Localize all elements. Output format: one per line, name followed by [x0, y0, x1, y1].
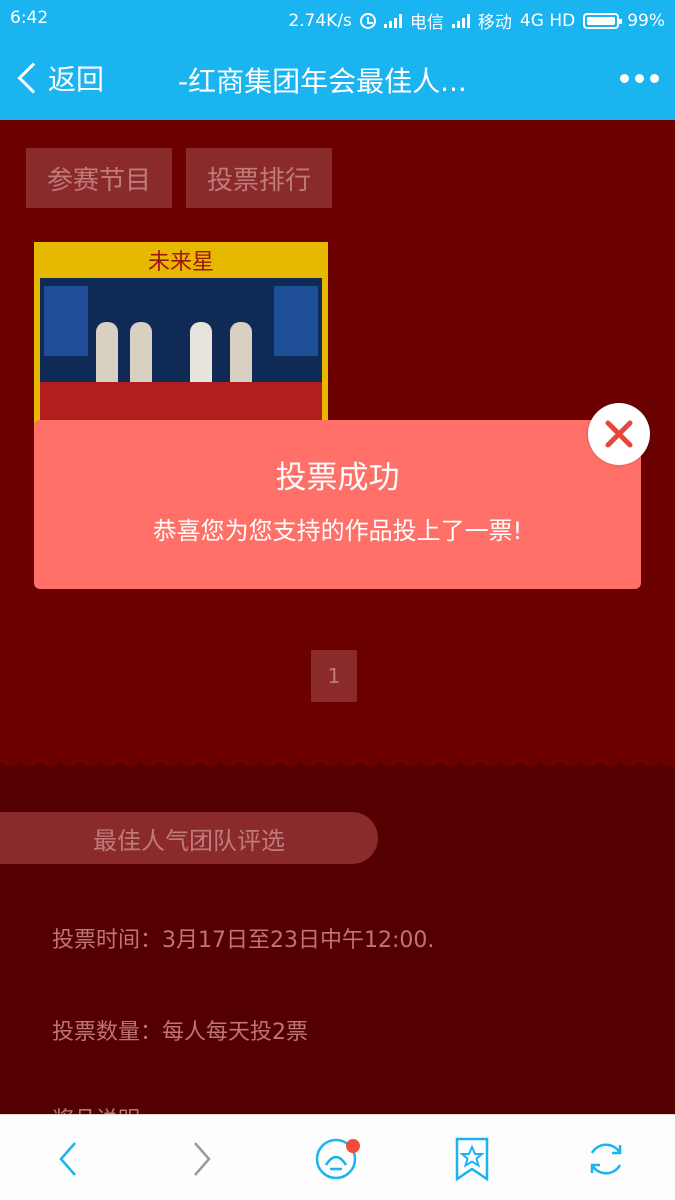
nav-bookmark-button[interactable]	[442, 1129, 502, 1189]
voting-count-text: 投票数量：每人每天投2票	[52, 1020, 308, 1045]
close-dialog-button[interactable]	[588, 403, 650, 465]
signal-icon-2	[451, 13, 470, 28]
prize-info-text: 奖品说明	[52, 1102, 140, 1114]
page-content: 参赛节目 投票排行 未来星 1 最佳人气团队评选 投票时间：3月17日至23日中…	[0, 120, 675, 1114]
nav-forward-button[interactable]	[172, 1129, 232, 1189]
tab-entries[interactable]: 参赛节目	[26, 148, 172, 208]
browser-toolbar	[0, 1114, 675, 1200]
dialog-message: 恭喜您为您支持的作品投上了一票!	[152, 517, 523, 545]
refresh-icon	[590, 1143, 622, 1175]
entry-title: 未来星	[147, 250, 214, 275]
more-dot-icon	[620, 74, 629, 83]
more-dot-icon	[650, 74, 659, 83]
chevron-left-icon	[17, 62, 49, 94]
back-label: 返回	[48, 63, 105, 96]
back-icon	[59, 1142, 76, 1176]
page-button[interactable]: 1	[311, 650, 357, 702]
close-icon	[605, 420, 633, 448]
alarm-icon	[359, 12, 376, 29]
title-bar: 返回 -红商集团年会最佳人...	[0, 36, 675, 120]
network-type: 4G HD	[519, 10, 576, 31]
status-indicators: 2.74K/s 电信 移动 4G HD 99%	[288, 8, 665, 34]
battery-level: 99%	[627, 10, 665, 31]
section-pill-title: 最佳人气团队评选	[0, 812, 378, 864]
signal-icon	[383, 13, 402, 28]
page-title: -红商集团年会最佳人...	[178, 65, 467, 98]
entry-card[interactable]: 未来星	[34, 242, 328, 432]
voting-time-text: 投票时间：3月17日至23日中午12:00.	[52, 928, 435, 953]
entry-photo[interactable]	[40, 278, 322, 432]
bookmark-icon	[455, 1137, 489, 1182]
status-time: 6:42	[10, 8, 49, 28]
status-bar: 6:42 2.74K/s 电信 移动 4G HD 99%	[0, 0, 675, 36]
notification-dot	[346, 1139, 360, 1153]
carrier-2: 移动	[477, 13, 512, 33]
wave-divider	[0, 752, 675, 772]
nav-refresh-button[interactable]	[576, 1129, 636, 1189]
network-speed: 2.74K/s	[288, 10, 352, 31]
nav-back-button[interactable]	[38, 1129, 98, 1189]
back-button[interactable]: 返回	[12, 56, 104, 100]
stage-screen-right	[274, 286, 318, 356]
forward-icon	[194, 1142, 211, 1176]
dialog-title: 投票成功	[275, 460, 400, 496]
more-dot-icon	[635, 74, 644, 83]
nav-home-button[interactable]	[306, 1129, 366, 1189]
more-menu-button[interactable]	[620, 74, 659, 83]
carrier-1: 电信	[409, 13, 444, 33]
rules-section: 最佳人气团队评选 投票时间：3月17日至23日中午12:00. 投票数量：每人每…	[0, 772, 675, 1114]
tab-ranking[interactable]: 投票排行	[186, 148, 332, 208]
stage-screen-left	[44, 286, 88, 356]
battery-icon	[583, 12, 623, 29]
vote-success-dialog: 投票成功 恭喜您为您支持的作品投上了一票!	[34, 420, 641, 589]
